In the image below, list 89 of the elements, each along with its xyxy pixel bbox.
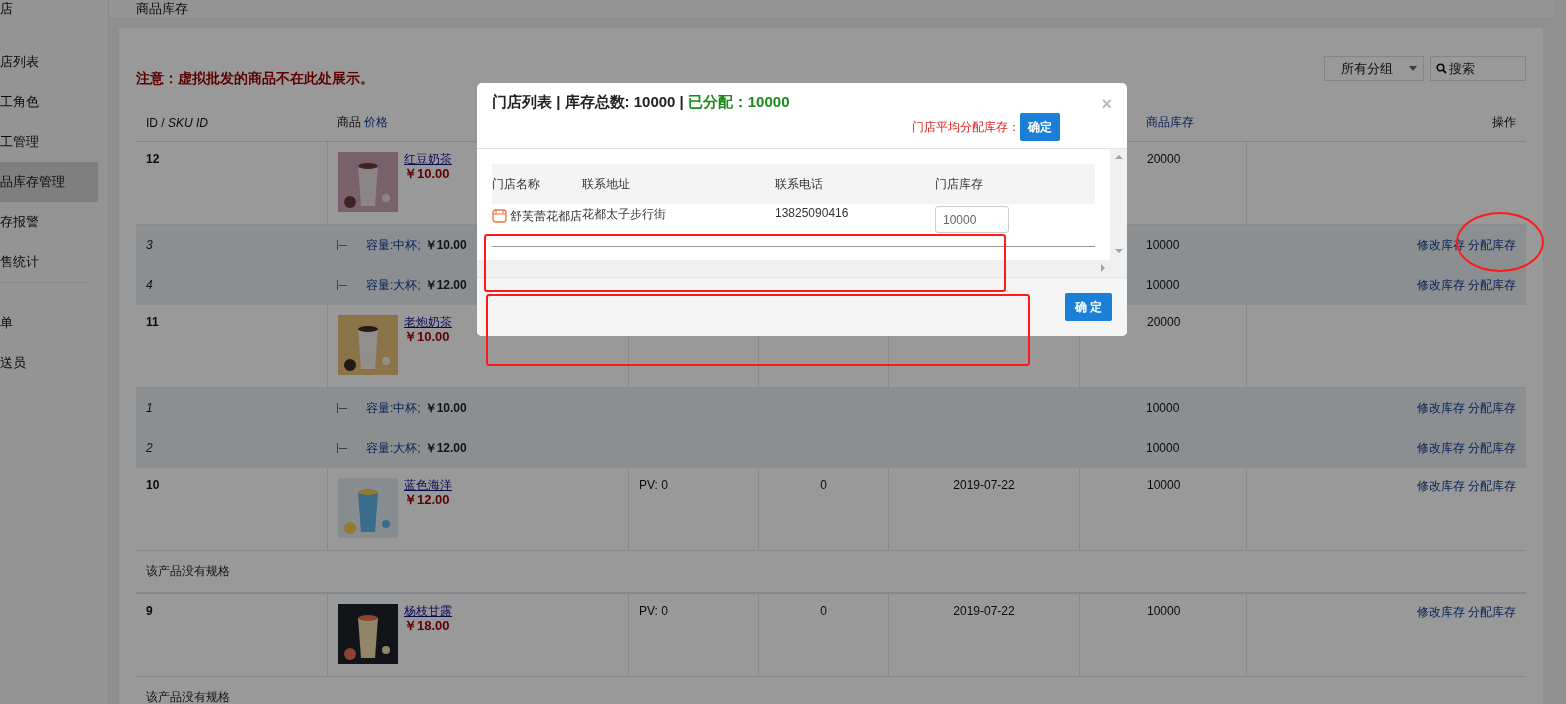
action-link[interactable]: 修改库存 bbox=[1417, 399, 1465, 417]
scroll-right-icon[interactable] bbox=[1101, 264, 1105, 272]
sku-spec: 容量:大杯; bbox=[366, 276, 421, 294]
search-input[interactable]: 搜索 bbox=[1449, 61, 1519, 76]
table-cell: 10000 bbox=[1146, 238, 1180, 252]
sidebar-item[interactable]: 工角色 bbox=[0, 82, 98, 122]
confirm-button[interactable]: 确 定 bbox=[1064, 293, 1112, 321]
confirm-button[interactable]: 确定 bbox=[1020, 113, 1060, 141]
table-cell: 20000 bbox=[1147, 315, 1181, 329]
column-header: 商品 bbox=[337, 114, 361, 131]
scroll-up-icon[interactable] bbox=[1114, 155, 1123, 159]
sidebar-item[interactable]: 单 bbox=[0, 303, 98, 343]
sku-price: ￥12.00 bbox=[424, 276, 467, 294]
dialog-title: 门店列表 | 库存总数: 10000 | bbox=[492, 93, 684, 112]
row-id: 10 bbox=[146, 478, 160, 492]
column-header: 门店名称 bbox=[492, 175, 541, 193]
page-title: 商品库存 bbox=[136, 1, 188, 16]
product-price: ￥10.00 bbox=[404, 329, 450, 345]
sku-spec: 容量:大杯; bbox=[366, 439, 421, 457]
sku-id: 3 bbox=[146, 238, 153, 252]
no-spec-note: 该产品没有规格 bbox=[146, 689, 230, 704]
action-link[interactable]: 分配库存 bbox=[1468, 605, 1516, 619]
column-header: 门店库存 bbox=[935, 175, 984, 193]
sku-price: ￥10.00 bbox=[424, 236, 467, 254]
column-header: 联系电话 bbox=[775, 175, 824, 193]
product-price: ￥18.00 bbox=[404, 618, 450, 634]
action-link[interactable]: 分配库存 bbox=[1468, 236, 1516, 254]
scroll-down-icon[interactable] bbox=[1114, 249, 1123, 253]
sku-id: 2 bbox=[146, 441, 153, 455]
table-cell: 2019-07-22 bbox=[953, 604, 1015, 618]
sidebar-item[interactable]: 店 bbox=[0, 0, 98, 18]
search-icon bbox=[1436, 63, 1447, 74]
sidebar-item[interactable]: 存报警 bbox=[0, 202, 98, 242]
column-header[interactable]: 价格 bbox=[364, 114, 389, 131]
table-cell: PV: 0 bbox=[639, 604, 668, 618]
table-cell: 10000 bbox=[1146, 401, 1180, 415]
caret-icon bbox=[1409, 66, 1417, 71]
product-name[interactable]: 红豆奶茶 bbox=[404, 152, 452, 166]
allocated-count: 已分配：10000 bbox=[687, 93, 790, 112]
store-phone: 13825090416 bbox=[775, 206, 850, 220]
product-name[interactable]: 杨枝甘露 bbox=[404, 604, 452, 618]
action-link[interactable]: 分配库存 bbox=[1468, 439, 1516, 457]
store-name: 舒芙蕾花都店 bbox=[510, 209, 582, 225]
table-cell: PV: 0 bbox=[639, 478, 668, 492]
product-price: ￥12.00 bbox=[404, 492, 450, 508]
store-icon bbox=[492, 209, 507, 223]
sku-spec: 容量:中杯; bbox=[366, 399, 421, 417]
group-select[interactable]: 所有分组 bbox=[1324, 56, 1424, 81]
row-id: 11 bbox=[146, 315, 159, 329]
action-link[interactable]: 修改库存 bbox=[1417, 276, 1465, 294]
notice-text: 注意：虚拟批发的商品不在此处展示。 bbox=[136, 70, 374, 88]
no-spec-note: 该产品没有规格 bbox=[146, 563, 230, 580]
average-label: 门店平均分配库存： bbox=[912, 118, 1020, 136]
table-cell: 10000 bbox=[1146, 441, 1180, 455]
action-link[interactable]: 分配库存 bbox=[1468, 479, 1516, 493]
table-cell: 10000 bbox=[1147, 604, 1181, 618]
row-id: 12 bbox=[146, 152, 160, 166]
column-header: 操作 bbox=[1492, 114, 1516, 131]
store-address: 花都太子步行街 bbox=[582, 206, 667, 221]
sidebar-item[interactable]: 售统计 bbox=[0, 242, 98, 282]
sidebar-item[interactable]: 店列表 bbox=[0, 42, 98, 82]
sku-spec: 容量:中杯; bbox=[366, 236, 421, 254]
table-cell: 2019-07-22 bbox=[953, 478, 1015, 492]
table-cell: 0 bbox=[820, 604, 827, 618]
table-cell: 10000 bbox=[1147, 478, 1181, 492]
row-id: 9 bbox=[146, 604, 153, 618]
column-header: 联系地址 bbox=[582, 175, 631, 193]
sidebar-item[interactable]: 工管理 bbox=[0, 122, 98, 162]
action-link[interactable]: 修改库存 bbox=[1417, 479, 1465, 493]
action-link[interactable]: 修改库存 bbox=[1417, 439, 1465, 457]
stock-input[interactable]: 10000 bbox=[935, 206, 1009, 233]
product-name[interactable]: 老炮奶茶 bbox=[404, 315, 452, 329]
product-price: ￥10.00 bbox=[404, 166, 450, 182]
product-name[interactable]: 蓝色海洋 bbox=[404, 478, 452, 492]
sku-id: 1 bbox=[146, 401, 153, 415]
sku-id: 4 bbox=[146, 278, 153, 292]
sidebar-item[interactable]: 品库存管理 bbox=[0, 162, 98, 202]
action-link[interactable]: 修改库存 bbox=[1417, 605, 1465, 619]
table-cell: 10000 bbox=[1146, 278, 1180, 292]
sku-price: ￥10.00 bbox=[424, 399, 467, 417]
sidebar-item[interactable]: 送员 bbox=[0, 343, 98, 383]
column-header[interactable]: 商品库存 bbox=[1146, 114, 1194, 131]
table-cell: 0 bbox=[820, 478, 827, 492]
column-header: ID / SKU ID bbox=[146, 115, 209, 130]
table-cell: 20000 bbox=[1147, 152, 1181, 166]
search-field[interactable]: 搜索 bbox=[1430, 56, 1526, 81]
action-link[interactable]: 分配库存 bbox=[1468, 399, 1516, 417]
action-link[interactable]: 分配库存 bbox=[1468, 276, 1516, 294]
sku-price: ￥12.00 bbox=[424, 439, 467, 457]
